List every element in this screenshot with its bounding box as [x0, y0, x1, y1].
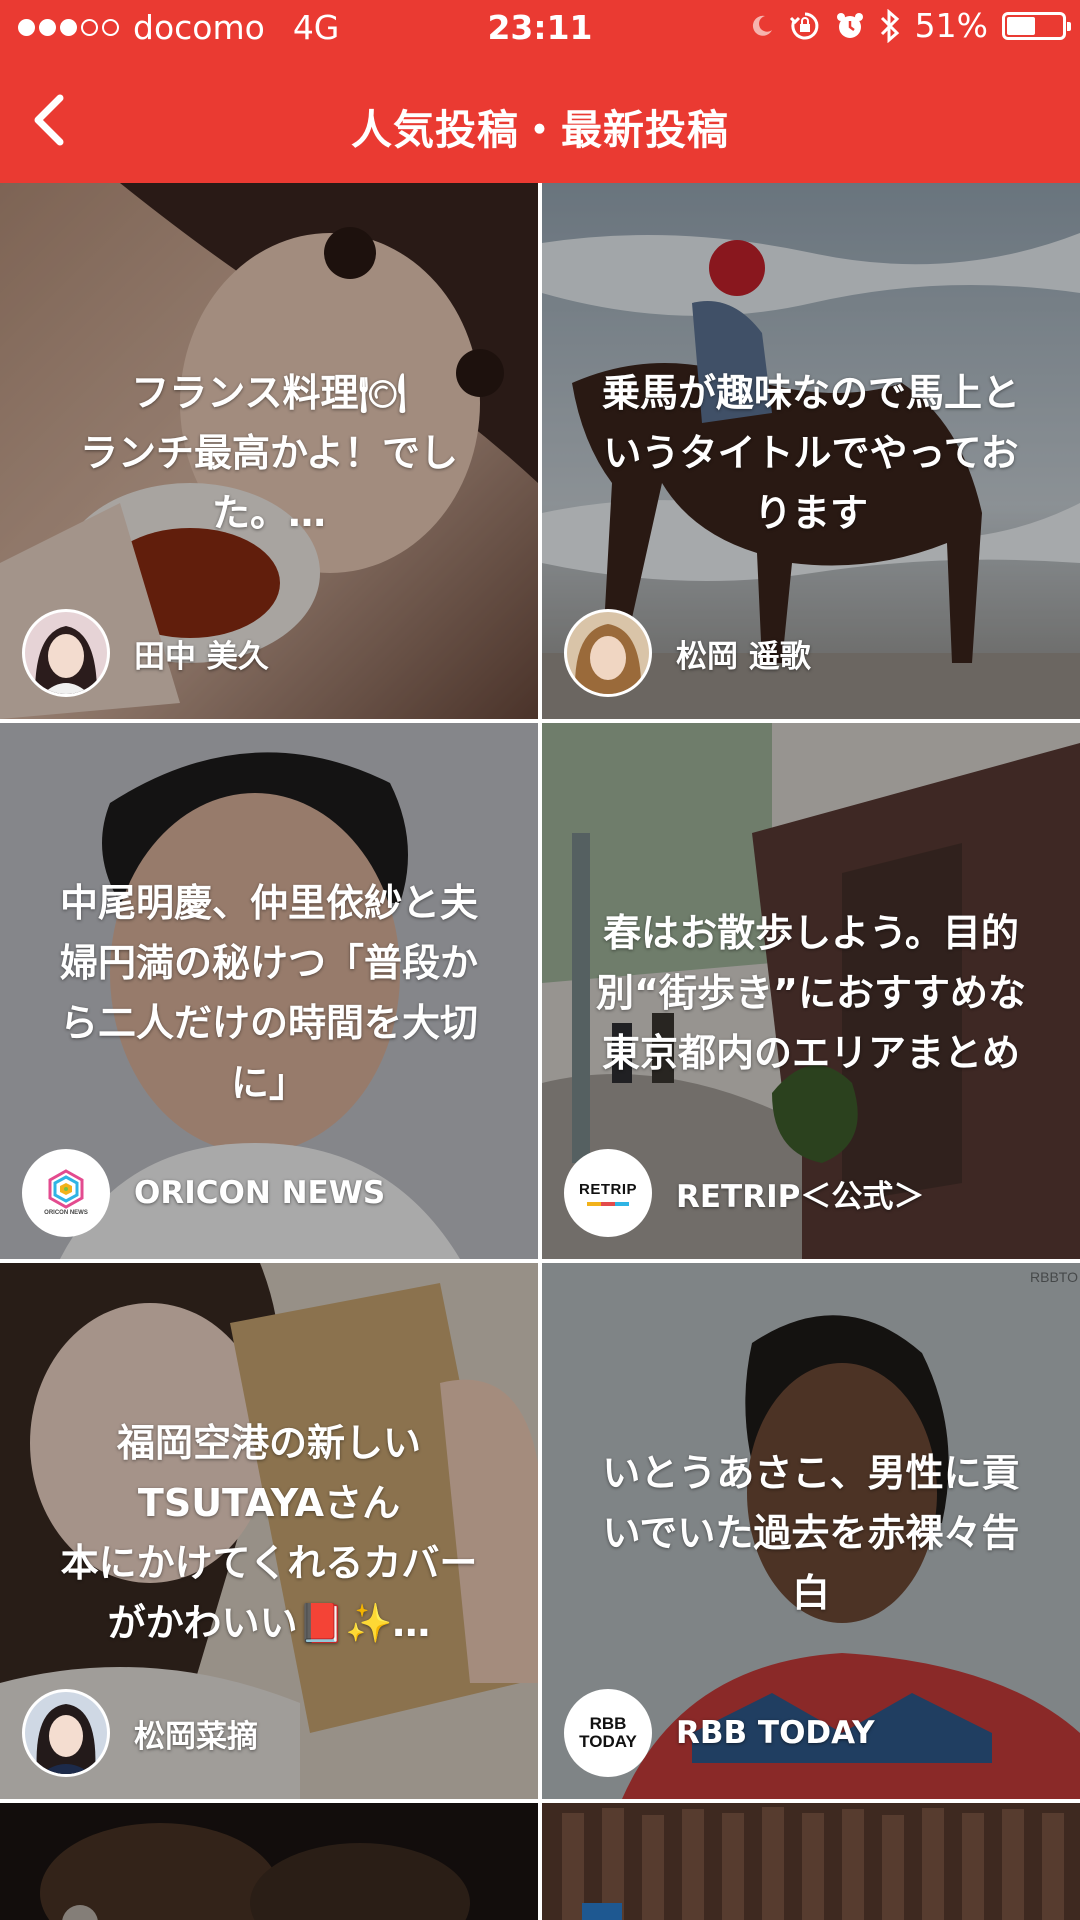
author-name: RETRIP＜公式＞: [676, 1178, 925, 1215]
post-author: ORICON NEWS ORICON NEWS: [22, 1149, 385, 1237]
post-title: 春はお散歩しよう。目的 別“街歩き”におすすめな 東京都内のエリアまとめ: [596, 911, 1026, 1075]
post-title: 乗馬が趣味なので馬上と いうタイトルでやってお ります: [601, 371, 1020, 535]
post-card[interactable]: RBBTO いとうあさこ、男性に貢 いでいた過去を赤裸々告 白 RBB TODA…: [542, 1263, 1080, 1799]
battery-percent: 51%: [914, 6, 988, 45]
post-card[interactable]: [0, 1803, 538, 1920]
post-card[interactable]: 中尾明慶、仲里依紗と夫 婦円満の秘けつ「普段か ら二人だけの時間を大切 に」 O…: [0, 723, 538, 1259]
rotation-lock-icon: [789, 10, 821, 42]
status-bar: docomo 4G 23:11 51%: [0, 0, 1080, 58]
oricon-news-logo: ORICON NEWS: [22, 1149, 110, 1237]
bluetooth-icon: [879, 8, 901, 43]
retrip-logo: RETRIP: [564, 1149, 652, 1237]
avatar: [22, 1689, 110, 1777]
rbb-today-logo: RBB TODAY: [564, 1689, 652, 1777]
post-title: フランス料理🍽 ランチ最高かよ！でし た。…: [79, 371, 459, 535]
image-watermark: RBBTO: [1030, 1269, 1078, 1285]
post-author: RBB TODAY RBB TODAY: [564, 1689, 875, 1777]
post-title: いとうあさこ、男性に貢 いでいた過去を赤裸々告 白: [602, 1451, 1020, 1615]
avatar: [564, 609, 652, 697]
page-title: 人気投稿・最新投稿: [351, 106, 729, 154]
moon-icon: [749, 13, 775, 39]
author-name: 松岡 遥歌: [676, 638, 811, 675]
post-author: RETRIP RETRIP＜公式＞: [564, 1149, 924, 1237]
post-author: 松岡菜摘: [22, 1689, 258, 1777]
author-name: RBB TODAY: [676, 1715, 875, 1751]
status-right: 51%: [749, 6, 1071, 45]
battery-level: [1007, 16, 1035, 35]
post-title: 福岡空港の新しい TSUTAYAさん 本にかけてくれるカバー がかわいい📕✨…: [60, 1421, 478, 1645]
retrip-logo-text: RETRIP: [578, 1180, 637, 1198]
post-card[interactable]: 福岡空港の新しい TSUTAYAさん 本にかけてくれるカバー がかわいい📕✨… …: [0, 1263, 538, 1799]
post-card[interactable]: 春はお散歩しよう。目的 別“街歩き”におすすめな 東京都内のエリアまとめ RET…: [542, 723, 1080, 1259]
author-name: 松岡菜摘: [134, 1718, 258, 1755]
post-author: 松岡 遥歌: [564, 609, 811, 697]
post-card[interactable]: 乗馬が趣味なので馬上と いうタイトルでやってお ります 松岡 遥歌: [542, 183, 1080, 719]
author-name: 田中 美久: [134, 638, 269, 675]
nav-bar: 人気投稿・最新投稿: [0, 58, 1080, 183]
post-card[interactable]: フランス料理🍽 ランチ最高かよ！でし た。… 田中 美久: [0, 183, 538, 719]
oricon-logo-text: ORICON NEWS: [44, 1210, 88, 1216]
rbb-logo-text: RBB TODAY: [579, 1714, 637, 1751]
post-card[interactable]: [542, 1803, 1080, 1920]
top-bar: docomo 4G 23:11 51% 人気投稿・最新投稿: [0, 0, 1080, 183]
battery-icon: [1002, 11, 1071, 40]
alarm-icon: [835, 11, 865, 41]
post-title: 中尾明慶、仲里依紗と夫 婦円満の秘けつ「普段か ら二人だけの時間を大切 に」: [59, 881, 478, 1105]
author-name: ORICON NEWS: [134, 1175, 386, 1211]
avatar: [22, 609, 110, 697]
screen: docomo 4G 23:11 51% 人気投稿・最新投稿 フランス料理🍽 ラン…: [0, 0, 1080, 1920]
post-author: 田中 美久: [22, 609, 269, 697]
